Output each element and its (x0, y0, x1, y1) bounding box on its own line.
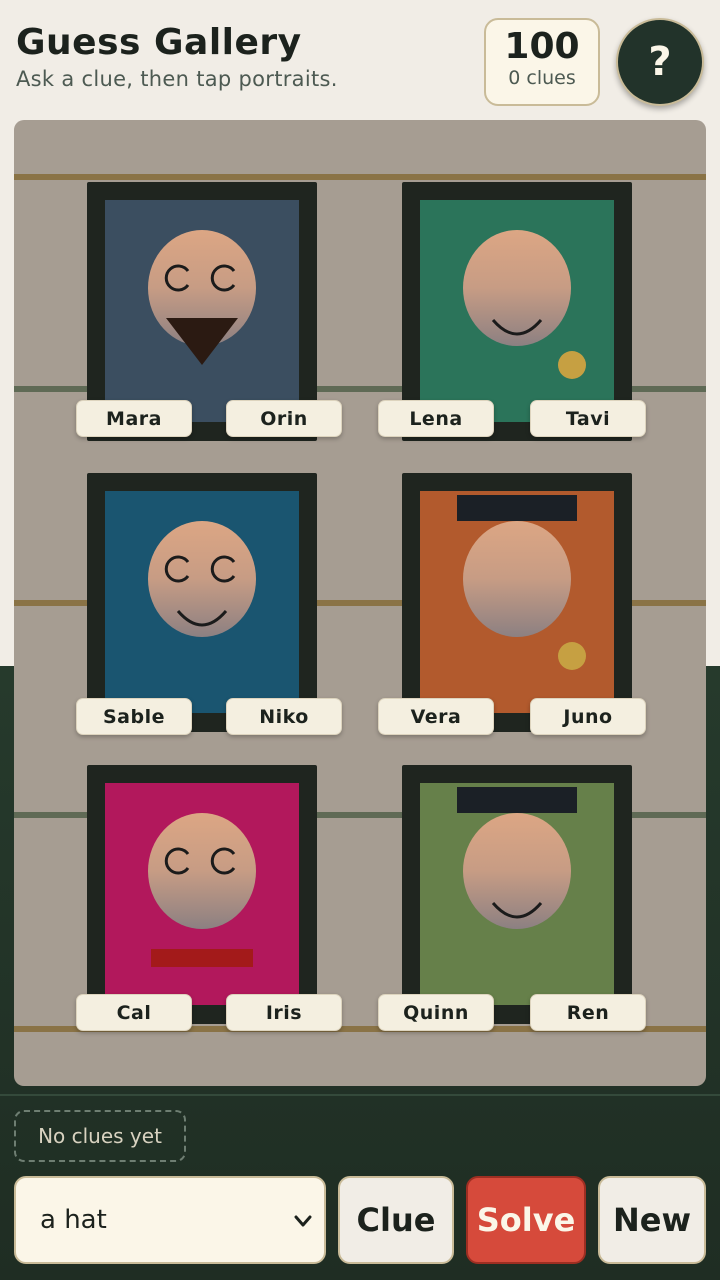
red-bar (151, 949, 253, 967)
portrait-frame[interactable] (87, 765, 317, 1024)
face (463, 813, 571, 929)
face (463, 230, 571, 346)
name-tag-quinn[interactable]: Quinn (378, 994, 494, 1031)
score-panel: 100 0 clues (484, 18, 600, 106)
clue-count: 0 clues (508, 67, 576, 89)
name-tag-mara[interactable]: Mara (76, 400, 192, 437)
portrait-canvas (105, 200, 299, 422)
controls-divider (0, 1094, 720, 1096)
beard (166, 318, 238, 365)
portrait-canvas (105, 491, 299, 713)
smile (491, 319, 543, 336)
eye (164, 555, 190, 583)
solve-button[interactable]: Solve (466, 1176, 586, 1264)
chevron-down-icon (294, 1215, 312, 1227)
name-tag-lena[interactable]: Lena (378, 400, 494, 437)
name-tag-tavi[interactable]: Tavi (530, 400, 646, 437)
name-tag-niko[interactable]: Niko (226, 698, 342, 735)
gallery-rail (14, 174, 706, 180)
hat (457, 787, 577, 813)
clue-select-value: a hat (40, 1205, 107, 1235)
portrait-gallery: Mara Orin Lena Tavi Sable Niko Vera Juno… (14, 120, 706, 1086)
smile (176, 610, 228, 627)
name-tag-cal[interactable]: Cal (76, 994, 192, 1031)
face (463, 521, 571, 637)
face-features (164, 264, 238, 365)
score-value: 100 (504, 26, 580, 67)
face (148, 813, 256, 929)
gold-dot (558, 642, 586, 670)
face (148, 521, 256, 637)
portrait-frame[interactable] (402, 765, 632, 1024)
eye (164, 264, 190, 292)
face (148, 230, 256, 365)
clue-log: No clues yet (14, 1110, 186, 1162)
portrait-canvas (105, 783, 299, 1005)
name-tag-orin[interactable]: Orin (226, 400, 342, 437)
face-features (491, 319, 543, 336)
name-tag-sable[interactable]: Sable (76, 698, 192, 735)
name-tag-ren[interactable]: Ren (530, 994, 646, 1031)
clue-button[interactable]: Clue (338, 1176, 454, 1264)
eye (210, 847, 236, 875)
new-game-button[interactable]: New (598, 1176, 706, 1264)
game-title: Guess Gallery (16, 22, 302, 63)
face-features (463, 521, 571, 637)
eye (210, 264, 236, 292)
eye (210, 555, 236, 583)
game-subtitle: Ask a clue, then tap portraits. (16, 67, 338, 91)
portrait-canvas (420, 783, 614, 1005)
hat (457, 495, 577, 521)
face-features (164, 847, 236, 875)
eye (164, 847, 190, 875)
face-features (491, 902, 543, 919)
portrait-canvas (420, 491, 614, 713)
portrait-frame[interactable] (402, 473, 632, 732)
gold-dot (558, 351, 586, 379)
portrait-frame[interactable] (87, 473, 317, 732)
name-tag-juno[interactable]: Juno (530, 698, 646, 735)
smile (491, 902, 543, 919)
portrait-canvas (420, 200, 614, 422)
help-button[interactable]: ? (616, 18, 704, 106)
name-tag-iris[interactable]: Iris (226, 994, 342, 1031)
face-features (164, 555, 236, 627)
name-tag-vera[interactable]: Vera (378, 698, 494, 735)
clue-select[interactable]: a hat (14, 1176, 326, 1264)
